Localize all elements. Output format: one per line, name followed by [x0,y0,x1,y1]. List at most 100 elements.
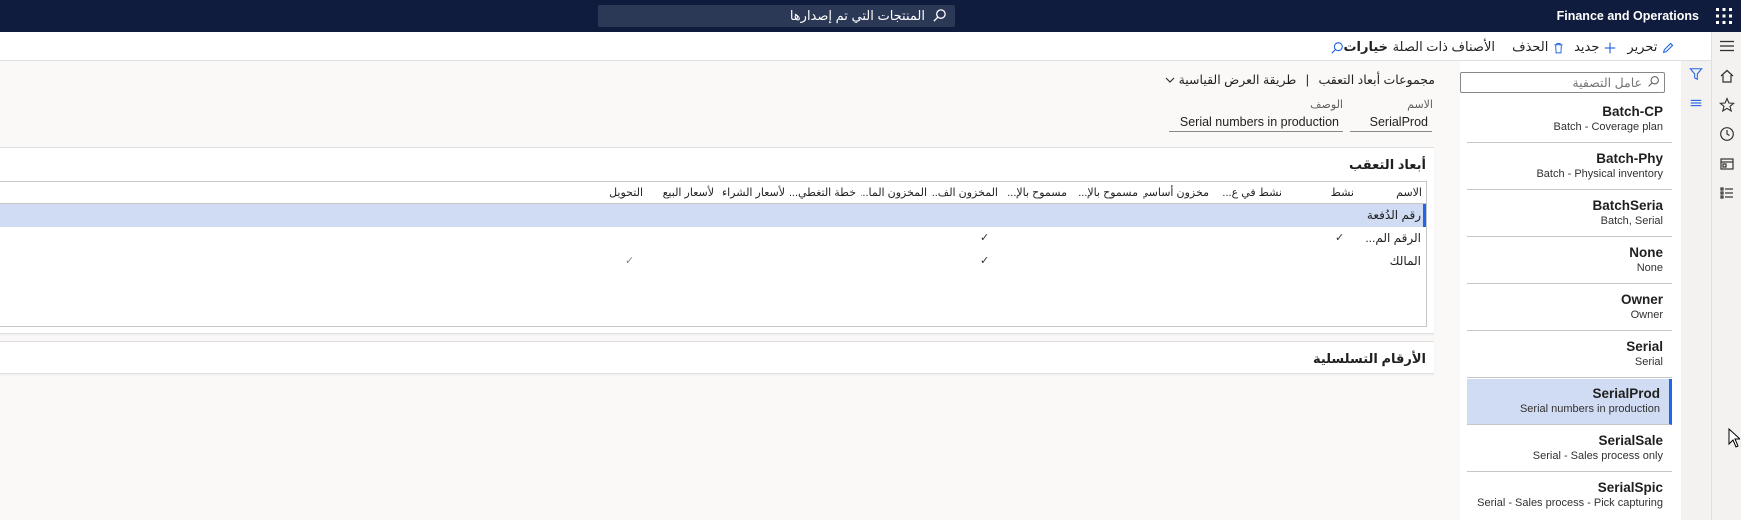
filter-field[interactable] [1472,74,1642,91]
list-item[interactable]: Batch-CP Batch - Coverage plan [1467,97,1672,143]
global-search-text: المنتجات التي تم إصدارها [789,8,925,23]
column-header[interactable]: الاسم [1362,182,1422,204]
table-row[interactable]: الرقم الم... ✓ ✓ [0,227,1426,250]
list-item-name: SerialSpic [1597,480,1663,495]
list-item[interactable]: Serial Serial [1467,332,1672,378]
tracking-dimensions-section: أبعاد التعقب الاسم نشط نشط في ع... مخزون… [0,147,1434,334]
check-icon[interactable]: ✓ [980,231,992,245]
list-item-name: Batch-CP [1602,104,1663,119]
description-field[interactable]: Serial numbers in production [1169,112,1343,132]
column-header[interactable]: التحويل [577,182,643,204]
row-name-cell: الرقم الم... [1365,231,1421,245]
list-item-name: Serial [1626,339,1663,354]
mouse-pointer-icon [1728,427,1741,448]
search-icon [932,8,947,30]
clock-icon[interactable] [1719,126,1735,142]
modules-list-icon[interactable] [1719,185,1735,201]
trash-icon [1552,39,1565,54]
list-item-name: BatchSeria [1592,198,1663,213]
workspace-icon[interactable] [1719,156,1735,172]
row-name-cell: المالك [1389,254,1421,268]
column-header[interactable]: نشط في ع... [1220,182,1282,204]
related-label: الأصناف ذات الصلة [1392,39,1495,54]
list-item[interactable]: None None [1467,238,1672,284]
view-selector[interactable]: طريقة العرض القياسية [1165,73,1296,87]
list-item-desc: Serial - Sales process - Pick capturing [1477,497,1663,509]
list-item[interactable]: BatchSeria Batch, Serial [1467,191,1672,237]
top-bar: المنتجات التي تم إصدارها Finance and Ope… [0,0,1741,32]
column-header[interactable]: لأسعار الشراء [719,182,785,204]
waffle-icon[interactable] [1715,7,1733,25]
check-icon[interactable]: ✓ [980,254,992,268]
options-label: خيارات [1343,39,1388,54]
delete-button[interactable]: الحذف [1512,32,1565,61]
new-label: جديد [1574,39,1600,54]
app-title: Finance and Operations [1556,9,1699,23]
app-window: المنتجات التي تم إصدارها Finance and Ope… [0,0,1741,520]
edit-label: تحرير [1627,39,1658,54]
delete-label: الحذف [1512,39,1549,54]
list-item-name: SerialSale [1598,433,1663,448]
column-header[interactable]: نشط [1304,182,1354,204]
list-item-desc: Batch - Coverage plan [1553,121,1663,133]
edit-icon [1661,39,1675,54]
home-icon[interactable] [1719,68,1735,84]
table-row-selected[interactable]: رقم الدُفعة [0,204,1426,227]
column-header[interactable]: خطة التغطي... [790,182,856,204]
column-header[interactable]: مسموح بالإ... [1072,182,1138,204]
column-header[interactable]: مسموح بالإ... [1003,182,1067,204]
list-strip [1681,61,1711,520]
edit-button[interactable]: تحرير [1627,32,1675,61]
list-item[interactable]: Owner Owner [1467,285,1672,331]
description-label: الوصف [1310,99,1343,111]
action-pane: تحرير جديد الحذف الأصناف ذات الصلة خيارا… [0,32,1711,61]
column-header[interactable]: المخزون الما... [861,182,927,204]
check-icon[interactable]: ✓ [625,254,637,268]
name-label: الاسم [1407,99,1433,111]
tracking-dimensions-title[interactable]: أبعاد التعقب [1349,157,1426,173]
global-search[interactable]: المنتجات التي تم إصدارها [598,5,955,27]
check-icon[interactable]: ✓ [1335,231,1347,245]
chevron-down-icon [1165,73,1175,87]
name-field[interactable]: SerialProd [1350,112,1432,132]
row-name-cell: رقم الدُفعة [1366,208,1421,222]
column-header[interactable]: لأسعار البيع [648,182,714,204]
list-item-name: Batch-Phy [1596,151,1663,166]
hamburger-menu-icon[interactable] [1719,38,1735,54]
new-button[interactable]: جديد [1574,32,1617,61]
column-header[interactable]: المخزون الف... [932,182,998,204]
serial-numbers-section[interactable]: الأرقام التسلسلية [0,341,1434,374]
list-item-desc: Serial [1634,356,1663,368]
filter-input[interactable] [1460,72,1665,93]
related-items-button[interactable]: الأصناف ذات الصلة [1393,32,1495,61]
star-icon[interactable] [1718,97,1736,113]
serial-numbers-title: الأرقام التسلسلية [1312,351,1426,366]
list-item-desc: Serial - Sales process only [1532,450,1663,462]
list-item-desc: Serial numbers in production [1519,403,1660,415]
header-separator: | [1305,73,1310,87]
list-view-icon[interactable] [1689,95,1703,113]
tracking-dimensions-grid: الاسم نشط نشط في ع... مخزون أساسي مسموح … [0,181,1427,327]
breadcrumb: مجموعات أبعاد التعقب [1318,73,1435,87]
list-item-desc: Batch, Serial [1600,215,1663,227]
list-item[interactable]: Batch-Phy Batch - Physical inventory [1467,144,1672,190]
list-item[interactable]: SerialSpic Serial - Sales process - Pick … [1467,473,1672,519]
table-row[interactable]: المالك ✓ ✓ [0,250,1426,273]
view-label: طريقة العرض القياسية [1178,73,1297,87]
filter-search-icon [1647,75,1660,93]
plus-icon [1603,39,1617,54]
action-search-icon[interactable] [1330,32,1344,61]
list-item[interactable]: SerialSale Serial - Sales process only [1467,426,1672,472]
list-item-desc: Owner [1630,309,1663,321]
list-item-desc: Batch - Physical inventory [1536,168,1663,180]
record-list-pane: Batch-CPBatch - Coverage plan Batch-PhyB… [1460,61,1681,520]
list-item-name: Owner [1620,292,1663,307]
list-item-selected[interactable]: SerialProd Serial numbers in production [1467,379,1672,425]
details-pane: مجموعات أبعاد التعقب | طريقة العرض القيا… [0,61,1440,520]
options-button[interactable]: خيارات [1343,32,1388,61]
list-item-name: None [1629,245,1663,260]
page-header: مجموعات أبعاد التعقب | طريقة العرض القيا… [1165,72,1435,87]
list-item-desc: None [1636,262,1663,274]
filter-icon[interactable] [1689,67,1703,86]
column-header[interactable]: مخزون أساسي [1143,182,1209,204]
